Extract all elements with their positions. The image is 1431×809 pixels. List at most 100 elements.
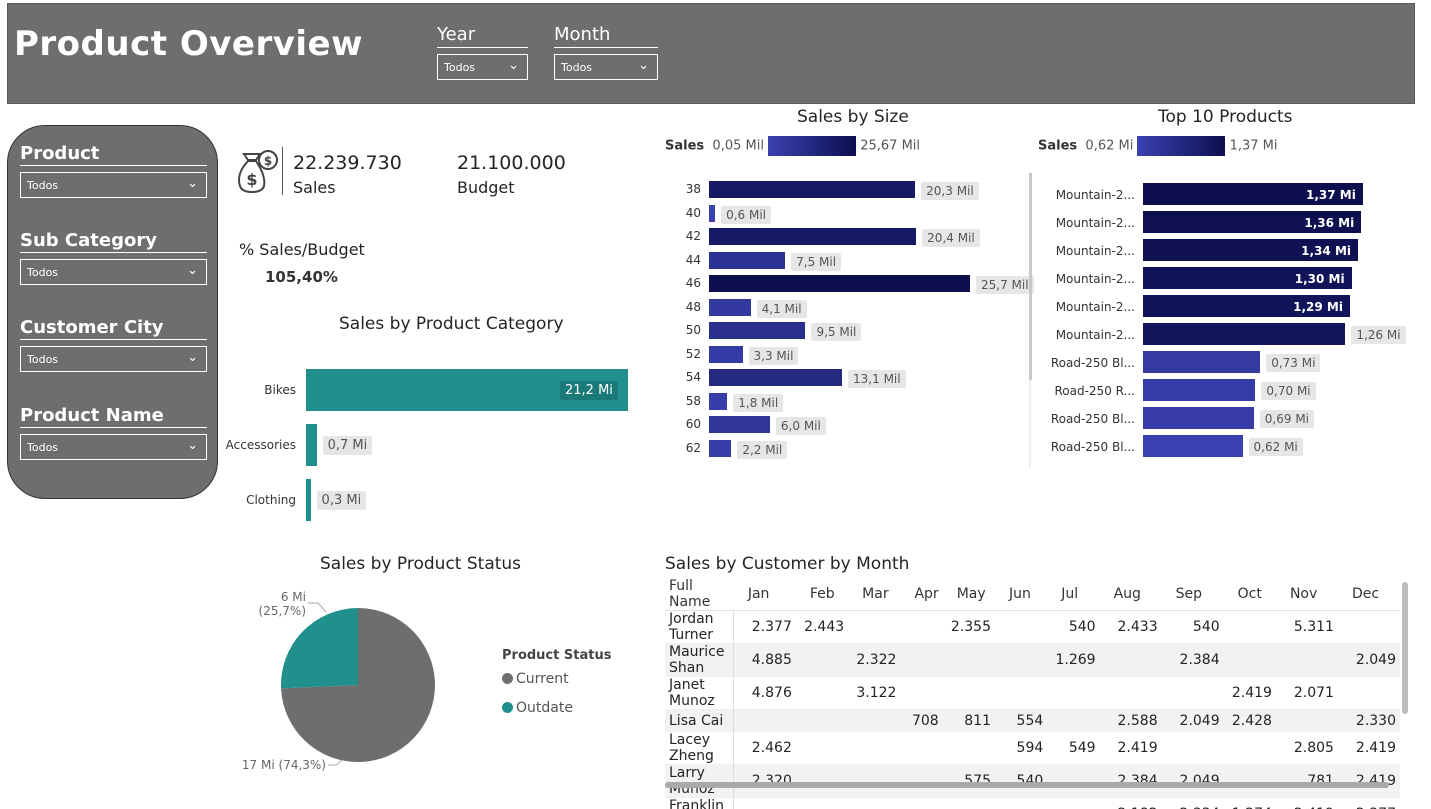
size-label: 60 (685, 417, 701, 431)
product-data-label: 1,30 Mi (1294, 272, 1345, 286)
sub-category-dropdown[interactable]: Todos ⌄ (20, 259, 207, 285)
size-legend-min: 0,05 Mil (712, 138, 764, 154)
size-bar (709, 392, 728, 410)
sales-cell: 811 (942, 709, 995, 732)
size-bar (709, 228, 917, 245)
product-data-label: 0,70 Mi (1261, 382, 1316, 400)
top10-legend-gradient (1137, 136, 1226, 156)
product-label: Road-250 Bl... (1050, 412, 1135, 426)
pie-leader-line (328, 759, 343, 766)
matrix-title: Sales by Customer by Month (665, 554, 910, 574)
column-header-month[interactable]: Mar (848, 578, 901, 611)
sales-cell (1161, 731, 1224, 765)
page-title: Product Overview (14, 24, 364, 64)
sales-cell: 594 (994, 731, 1048, 765)
column-header-month[interactable]: Jun (994, 578, 1048, 611)
sales-cell (942, 797, 995, 809)
size-bar (709, 204, 716, 222)
column-header-month[interactable]: Jan (733, 578, 796, 611)
matrix-body: Jordan Turner 2.377 2.443 2.355 540 2.433 540 5… (665, 610, 1400, 809)
column-header-month[interactable]: Apr (900, 578, 943, 611)
size-legend-label: Sales (665, 138, 705, 154)
size-label: 58 (685, 393, 701, 408)
sales-cell (1047, 764, 1100, 798)
chevron-down-icon: ⌄ (187, 176, 198, 191)
product-dropdown[interactable]: Todos ⌄ (20, 172, 207, 198)
sales-cell (900, 797, 943, 809)
column-header-month[interactable]: Aug (1099, 578, 1162, 611)
customer-name-cell: Lisa Cai (665, 709, 735, 732)
size-data-label: 1,8 Mil (733, 393, 784, 412)
column-header-month[interactable]: Jul (1047, 578, 1100, 611)
product-name-slicer-label: Product Name (20, 405, 207, 428)
sales-cell: 2.355 (942, 610, 995, 644)
year-dropdown[interactable]: Todos ⌄ (437, 54, 528, 80)
customer-city-dropdown-value: Todos (27, 353, 59, 366)
sales-cell: 4.876 (733, 676, 796, 710)
sales-cell: 2.419 (1275, 797, 1338, 809)
matrix-header-row: Full Name Jan Feb Mar Apr May Jun Jul Aug Sep Oct N… (665, 578, 1400, 611)
sales-cell: 2.049 (1161, 709, 1224, 732)
column-header-month[interactable]: Oct (1223, 578, 1276, 611)
category-data-label: 0,3 Mi (316, 491, 367, 510)
sales-cell: 2.377 (1337, 797, 1400, 809)
sales-cell: 2.320 (733, 764, 796, 798)
size-label: 54 (685, 370, 701, 384)
column-header-name[interactable]: Full Name (665, 578, 734, 611)
sales-cell (848, 709, 901, 732)
column-header-month[interactable]: Sep (1161, 578, 1224, 611)
sales-cell (1099, 676, 1162, 710)
sales-cell: 4.885 (733, 643, 796, 677)
svg-text:$: $ (246, 170, 257, 189)
chevron-down-icon: ⌄ (187, 438, 198, 453)
sales-cell: 2.322 (848, 643, 901, 677)
legend-item-current[interactable]: Current (502, 671, 569, 687)
sales-cell (848, 797, 901, 809)
month-dropdown[interactable]: Todos ⌄ (554, 54, 658, 80)
year-slicer: Year Todos ⌄ (437, 24, 528, 80)
category-data-label: 0,7 Mi (322, 436, 373, 455)
column-header-month[interactable]: May (942, 578, 995, 611)
size-data-label: 7,5 Mil (791, 252, 842, 271)
product-label: Mountain-2... (1055, 328, 1135, 342)
sub-category-slicer-label: Sub Category (20, 230, 207, 253)
sales-cell (1223, 643, 1276, 677)
size-label: 40 (685, 205, 701, 220)
product-name-dropdown[interactable]: Todos ⌄ (20, 434, 207, 460)
product-data-label: 0,69 Mi (1259, 410, 1315, 428)
size-bar (709, 322, 806, 339)
product-bar (1143, 407, 1254, 429)
sales-cell (1047, 797, 1100, 809)
table-row: Franklin Xu 2.1822.3341.2742.4192.377 (665, 797, 1400, 809)
sales-cell (994, 676, 1048, 710)
sales-cell (900, 731, 943, 765)
header-bar: Product Overview Year Todos ⌄ Month Todo… (7, 3, 1415, 104)
product-bar (1143, 351, 1261, 373)
legend-item-outdate[interactable]: Outdate (502, 700, 573, 716)
customer-name-cell: Larry Munoz (665, 764, 735, 798)
column-header-month[interactable]: Feb (795, 578, 849, 611)
sales-cell: 540 (1161, 610, 1224, 644)
size-bar (709, 416, 770, 433)
table-row: Jordan Turner 2.377 2.443 2.355 540 2.433 540 5… (665, 610, 1400, 644)
pie-slice-outdate[interactable] (281, 608, 358, 689)
customer-city-dropdown[interactable]: Todos ⌄ (20, 346, 207, 372)
customer-name-cell: Jordan Turner (665, 610, 735, 644)
product-data-label: 1,37 Mi (1306, 188, 1356, 202)
product-label: Mountain-2... (1055, 300, 1135, 314)
sales-cell (900, 643, 943, 677)
matrix-horizontal-scrollbar[interactable] (665, 782, 1389, 788)
size-chart-title: Sales by Size (797, 107, 909, 127)
size-chart-scrollbar[interactable] (1029, 173, 1032, 380)
month-slicer: Month Todos ⌄ (554, 24, 658, 80)
legend-label-outdate: Outdate (516, 700, 573, 716)
product-name-slicer: Product Name Todos ⌄ (20, 405, 207, 460)
sales-cell (1275, 643, 1338, 677)
sub-category-dropdown-value: Todos (27, 266, 59, 279)
sales-cell (942, 643, 995, 677)
sales-cell: 2.805 (1275, 731, 1338, 765)
matrix-vertical-scrollbar[interactable] (1402, 582, 1408, 714)
column-header-month[interactable]: Dec (1337, 578, 1400, 611)
column-header-month[interactable]: Nov (1275, 578, 1338, 611)
product-slicer-label: Product (20, 143, 207, 166)
